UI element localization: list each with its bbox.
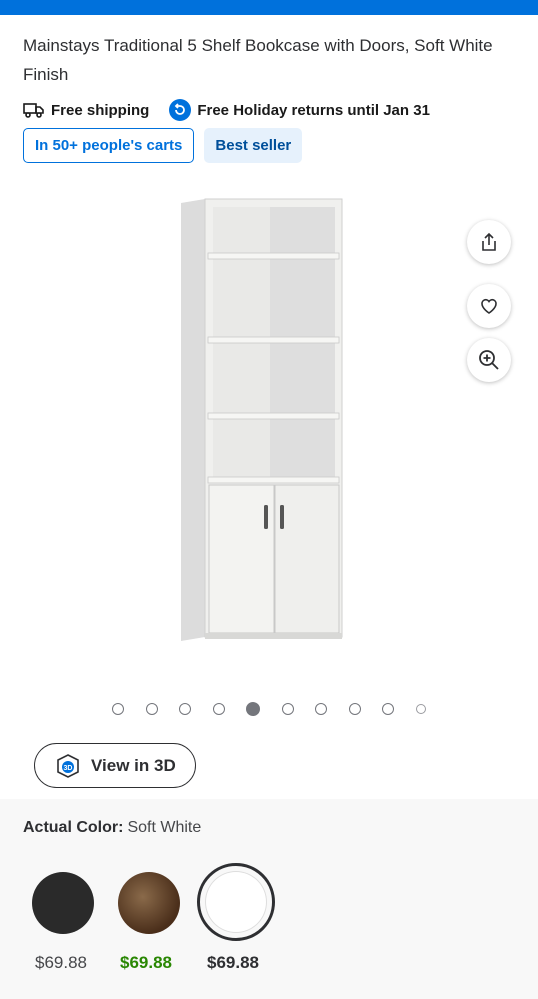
swatch-soft-white[interactable] (205, 871, 267, 933)
swatch-espresso[interactable] (118, 872, 180, 934)
variant-price-soft-white: $69.88 (207, 953, 259, 972)
view-in-3d-button[interactable]: 3D View in 3D (34, 743, 196, 788)
carousel-dot[interactable] (415, 704, 426, 714)
carousel-dot[interactable] (179, 703, 191, 715)
badge-row: In 50+ people's carts Best seller (23, 128, 303, 163)
share-button[interactable] (467, 220, 511, 264)
carousel-dot[interactable] (212, 703, 225, 715)
favorite-button[interactable] (467, 284, 511, 328)
3d-icon: 3D (57, 753, 79, 778)
fulfillment-row: Free shipping Free Holiday returns until… (23, 97, 430, 123)
view-in-3d-label: View in 3D (91, 755, 176, 775)
product-image[interactable] (175, 195, 350, 645)
free-returns-label: Free Holiday returns until Jan 31 (197, 101, 430, 119)
carousel-dot[interactable] (348, 703, 361, 715)
free-shipping-label: Free shipping (51, 101, 150, 119)
best-seller-badge: Best seller (204, 128, 303, 163)
carousel-dot[interactable] (145, 703, 158, 715)
carousel-dot[interactable] (315, 703, 327, 715)
swatch-black[interactable] (32, 872, 94, 934)
carts-badge: In 50+ people's carts (23, 128, 195, 163)
actual-color-value: Soft White (127, 819, 202, 836)
carousel-dot[interactable] (112, 703, 124, 715)
actual-color: Actual Color: Soft White (23, 819, 201, 837)
product-title: Mainstays Traditional 5 Shelf Bookcase w… (23, 36, 493, 84)
heart-icon (481, 298, 497, 314)
zoom-button[interactable] (467, 338, 511, 382)
carousel-dot[interactable] (281, 703, 294, 715)
carousel-dot[interactable] (382, 703, 394, 715)
truck-icon (23, 103, 44, 118)
share-icon (482, 232, 496, 251)
returns-icon (169, 99, 192, 121)
variant-price-espresso: $69.88 (120, 953, 172, 972)
carousel-dots (112, 702, 447, 716)
actual-color-key: Actual Color: (23, 819, 124, 836)
top-bar (0, 0, 538, 15)
svg-text:3D: 3D (64, 765, 73, 772)
zoom-in-icon (479, 350, 499, 370)
carousel-dot-active[interactable] (246, 702, 260, 716)
variant-price-black: $69.88 (35, 953, 87, 972)
